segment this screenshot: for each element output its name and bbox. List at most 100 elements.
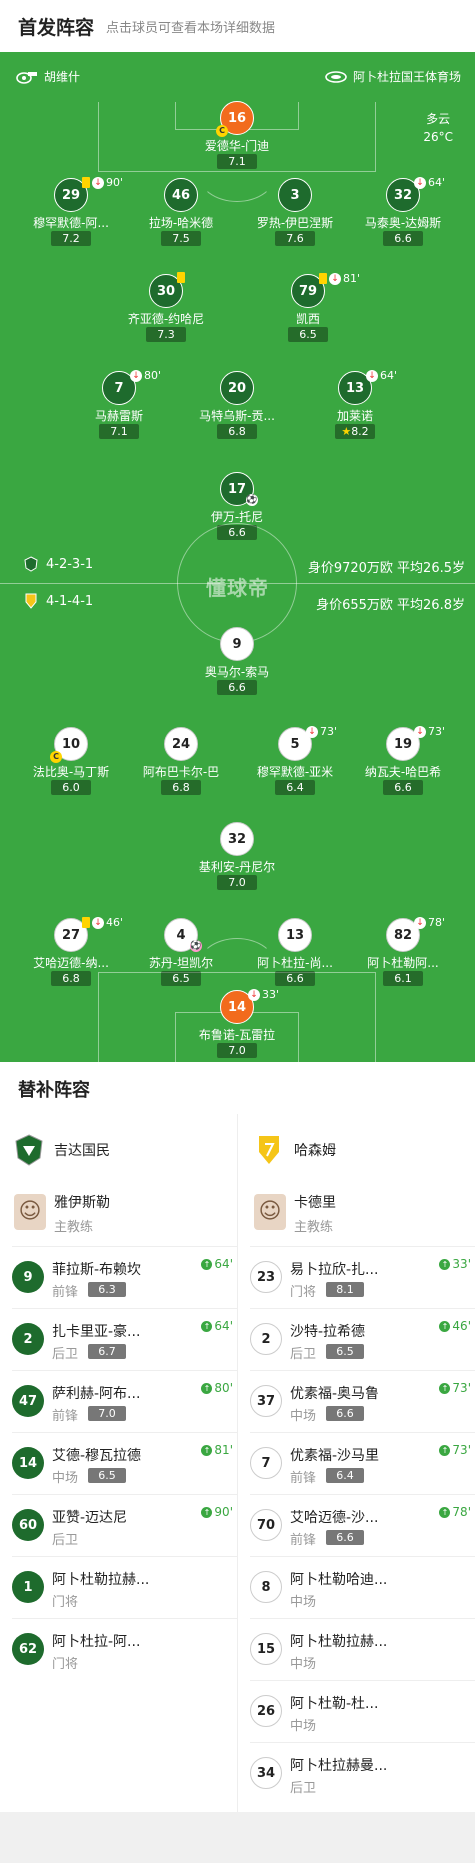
player-name: 基利安-丹尼尔: [198, 860, 276, 874]
player-away-gk[interactable]: 14 ↓ 33' 布鲁诺-瓦雷拉 7.0: [182, 988, 292, 1060]
sub-player-away[interactable]: 15 阿卜杜勒拉赫... 中场: [250, 1618, 475, 1680]
section-title: 首发阵容: [18, 17, 95, 39]
player-home-gk[interactable]: 16 C 爱德华-门迪 7.1: [182, 101, 292, 171]
player-name: 凯西: [295, 312, 320, 326]
player-home-dm1[interactable]: 30 齐亚德-约哈尼 7.3: [111, 272, 221, 344]
player-number: 23: [250, 1261, 282, 1293]
sub-player-away[interactable]: 26 阿卜杜勒-杜... 中场: [250, 1680, 475, 1742]
player-away-cb1[interactable]: 4 ⚽ 苏丹-坦凯尔 6.5: [126, 918, 236, 988]
sub-in-time: ↑ 81': [201, 1443, 233, 1457]
sub-player-away[interactable]: 8 阿卜杜勒哈迪... 中场: [250, 1556, 475, 1618]
away-team-header: 哈森姆: [254, 1134, 336, 1166]
player-away-lb[interactable]: 27 ↓ 46' 艾哈迈德-纳... 6.8: [16, 916, 126, 988]
player-number: 32: [220, 822, 254, 856]
sub-player-away[interactable]: 23 易卜拉欣-扎... 门将 8.1 ↑ 33': [250, 1246, 475, 1308]
player-rating: 6.3: [88, 1282, 126, 1297]
player-rating: 6.0: [51, 780, 91, 795]
sub-in-minute: 81': [214, 1443, 233, 1457]
player-rating: 6.6: [326, 1406, 364, 1421]
sub-in-icon: ↑: [201, 1258, 213, 1270]
event-minute: 78': [428, 916, 446, 929]
home-formation: 4-2-3-1: [24, 556, 93, 572]
sub-player-home[interactable]: 1 阿卜杜勒拉赫... 门将: [12, 1556, 237, 1618]
sub-player-away[interactable]: 37 优素福-奥马鲁 中场 6.6 ↑ 73': [250, 1370, 475, 1432]
player-name: 优素福-沙马里: [290, 1448, 380, 1464]
player-position: 前锋: [290, 1471, 317, 1486]
player-events: ↓ 73': [306, 725, 337, 738]
sub-player-away[interactable]: 7 优素福-沙马里 前锋 6.4 ↑ 73': [250, 1432, 475, 1494]
player-rating: 8.1: [326, 1282, 364, 1297]
sub-player-home[interactable]: 47 萨利赫-阿布... 前锋 7.0 ↑ 80': [12, 1370, 237, 1432]
player-number: 37: [250, 1385, 282, 1417]
player-home-am2[interactable]: 20 马特乌斯-贡... 6.8: [182, 371, 292, 441]
player-number: 60: [12, 1509, 44, 1541]
sub-player-away[interactable]: 70 艾哈迈德-沙... 前锋 6.6 ↑ 78': [250, 1494, 475, 1556]
player-home-cb1[interactable]: 46 拉场-哈米德 7.5: [126, 178, 236, 248]
player-away-cm2[interactable]: 5 ↓ 73' 穆罕默德-亚米 6.4: [240, 725, 350, 797]
yellow-card-icon: [177, 272, 185, 283]
sub-player-away[interactable]: 34 阿卜杜拉赫曼... 后卫: [250, 1742, 475, 1804]
sub-in-icon: ↑: [439, 1320, 451, 1332]
player-rating: 7.2: [51, 231, 91, 246]
coach-avatar: ☺: [254, 1194, 286, 1230]
player-name: 阿卜杜勒-杜...: [290, 1696, 379, 1712]
player-number: 2: [12, 1323, 44, 1355]
player-away-lm[interactable]: 10 C 法比奥-马丁斯 6.0: [16, 727, 126, 797]
home-team-badge-icon: [24, 556, 38, 572]
player-number: 70: [250, 1509, 282, 1541]
away-coach[interactable]: ☺ 卡德里 主教练: [254, 1190, 454, 1240]
player-position: 后卫: [52, 1533, 79, 1548]
player-rating: 6.8: [161, 780, 201, 795]
sub-in-icon: ↑: [439, 1258, 451, 1270]
player-home-dm2[interactable]: 79 ↓ 81' 凯西 6.5: [253, 272, 363, 344]
home-team-logo-icon: [15, 1134, 43, 1166]
sub-in-icon: ↑: [439, 1444, 451, 1456]
away-formation-text: 4-1-4-1: [46, 593, 94, 609]
player-away-rm[interactable]: 19 ↓ 73' 纳瓦夫-哈巴希 6.6: [348, 725, 458, 797]
sub-in-icon: ↑: [201, 1320, 213, 1332]
player-name: 穆罕默德-阿...: [33, 216, 109, 230]
sub-player-home[interactable]: 62 阿卜杜拉-阿... 门将: [12, 1618, 237, 1680]
player-name: 阿卜杜勒阿...: [367, 956, 439, 970]
event-minute: 73': [428, 725, 446, 738]
player-home-am3[interactable]: 13 ↓ 64' 加莱诺 ★8.2: [300, 369, 410, 441]
player-away-st[interactable]: 9 奥马尔-索马 6.6: [182, 627, 292, 697]
player-position: 中场: [290, 1409, 317, 1424]
player-rating: 6.6: [275, 971, 315, 986]
player-rating: 6.6: [383, 780, 423, 795]
sub-player-home[interactable]: 14 艾德-穆瓦拉德 中场 6.5 ↑ 81': [12, 1432, 237, 1494]
captain-badge-icon: C: [216, 125, 228, 137]
sub-in-minute: 73': [452, 1381, 471, 1395]
sub-player-away[interactable]: 2 沙特-拉希德 后卫 6.5 ↑ 46': [250, 1308, 475, 1370]
sub-player-home[interactable]: 9 菲拉斯-布赖坎 前锋 6.3 ↑ 64': [12, 1246, 237, 1308]
sub-in-icon: ↑: [439, 1382, 451, 1394]
player-name: 沙特-拉希德: [290, 1324, 366, 1340]
player-home-lb[interactable]: 29 ↓ 90' 穆罕默德-阿... 7.2: [16, 176, 126, 248]
sub-player-home[interactable]: 2 扎卡里亚-豪... 后卫 6.7 ↑ 64': [12, 1308, 237, 1370]
player-home-st[interactable]: 17 ⚽ 伊万-托尼 6.6: [182, 472, 292, 542]
player-away-dm[interactable]: 32 基利安-丹尼尔 7.0: [182, 822, 292, 892]
player-position: 中场: [52, 1471, 79, 1486]
player-home-am1[interactable]: 7 ↓ 80' 马赫雷斯 7.1: [64, 369, 174, 441]
home-coach[interactable]: ☺ 雅伊斯勒 主教练: [14, 1190, 214, 1240]
sub-in-minute: 64': [214, 1319, 233, 1333]
player-away-cb2[interactable]: 13 阿卜杜拉-尚... 6.6: [240, 918, 350, 988]
player-name: 罗热-伊巴涅斯: [256, 216, 334, 230]
player-rating: 7.0: [88, 1406, 126, 1421]
player-name: 穆罕默德-亚米: [256, 765, 334, 779]
sub-player-home[interactable]: 60 亚赞-迈达尼 后卫 ↑ 90': [12, 1494, 237, 1556]
player-rating: 6.4: [326, 1468, 364, 1483]
player-home-rb[interactable]: 32 ↓ 64' 马泰奥-达姆斯 6.6: [348, 176, 458, 248]
sub-in-icon: ↑: [201, 1382, 213, 1394]
player-away-rb[interactable]: 82 ↓ 78' 阿卜杜勒阿... 6.1: [348, 916, 458, 988]
sub-in-time: ↑ 64': [201, 1257, 233, 1271]
player-position: 门将: [52, 1595, 79, 1610]
player-number: 3: [278, 178, 312, 212]
player-name: 优素福-奥马鲁: [290, 1386, 380, 1402]
substitutes-section: 替补阵容 吉达国民 哈森姆 ☺ 雅伊斯勒 主教练 ☺ 卡德里 主教练 9 菲拉斯-…: [0, 1062, 475, 1812]
player-number: 7: [250, 1447, 282, 1479]
player-away-cm1[interactable]: 24 阿布巴卡尔-巴 6.8: [126, 727, 236, 797]
player-number: 20: [220, 371, 254, 405]
player-home-cb2[interactable]: 3 罗热-伊巴涅斯 7.6: [240, 178, 350, 248]
player-number: 13: [278, 918, 312, 952]
